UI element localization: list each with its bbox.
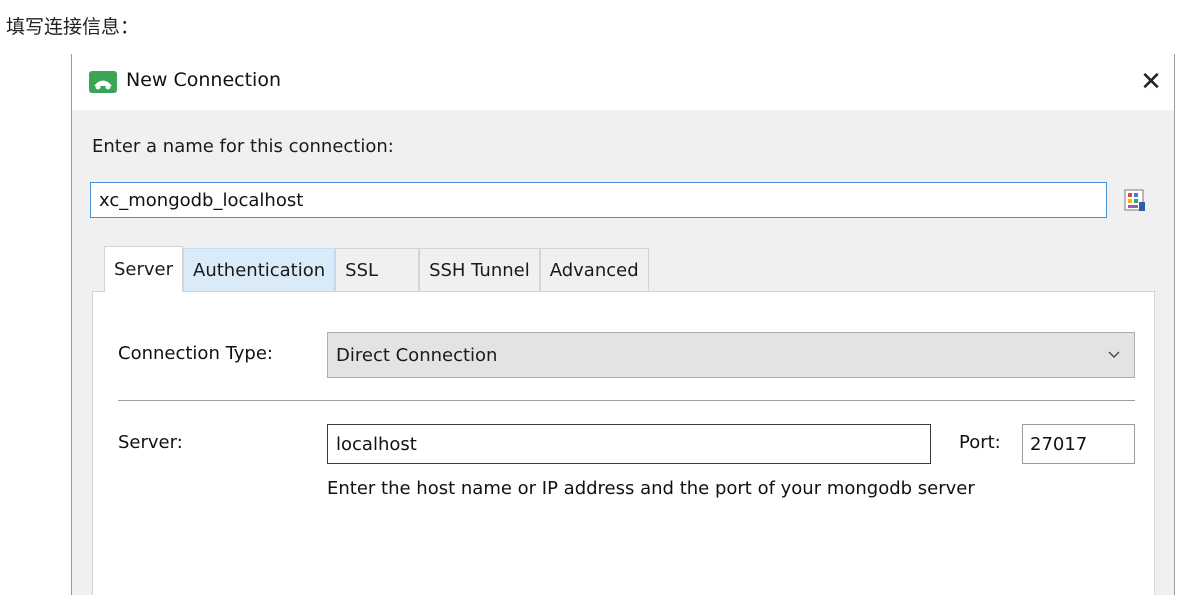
port-label: Port: xyxy=(959,432,1001,453)
server-input[interactable] xyxy=(327,424,931,464)
server-tab-panel: Connection Type: Direct Connection Serve… xyxy=(92,291,1155,595)
close-button[interactable]: ✕ xyxy=(1128,54,1174,110)
chevron-down-icon xyxy=(1108,351,1120,358)
new-connection-dialog: New Connection ✕ Enter a name for this c… xyxy=(71,54,1175,595)
server-label: Server: xyxy=(118,432,183,453)
dialog-title: New Connection xyxy=(126,69,281,91)
tab-authentication[interactable]: Authentication xyxy=(183,248,336,292)
port-input[interactable] xyxy=(1022,424,1135,464)
connection-tabs: Server Authentication SSL SSH Tunnel Adv… xyxy=(104,246,649,292)
connection-name-input[interactable] xyxy=(90,182,1107,218)
tab-ssh-tunnel[interactable]: SSH Tunnel xyxy=(419,248,540,292)
server-hint-text: Enter the host name or IP address and th… xyxy=(327,478,975,499)
close-icon: ✕ xyxy=(1140,67,1162,97)
connection-type-value: Direct Connection xyxy=(336,344,498,366)
dialog-titlebar: New Connection ✕ xyxy=(72,54,1174,110)
page-caption: 填写连接信息： xyxy=(6,16,140,38)
tab-server[interactable]: Server xyxy=(104,246,184,292)
app-icon xyxy=(89,71,117,93)
connection-type-label: Connection Type: xyxy=(118,343,273,364)
connection-type-select[interactable]: Direct Connection xyxy=(327,332,1135,378)
color-picker-icon[interactable] xyxy=(1122,188,1148,214)
tab-ssl[interactable]: SSL xyxy=(335,248,420,292)
section-divider xyxy=(118,400,1135,401)
connection-name-label: Enter a name for this connection: xyxy=(92,136,394,157)
tab-advanced[interactable]: Advanced xyxy=(539,248,649,292)
